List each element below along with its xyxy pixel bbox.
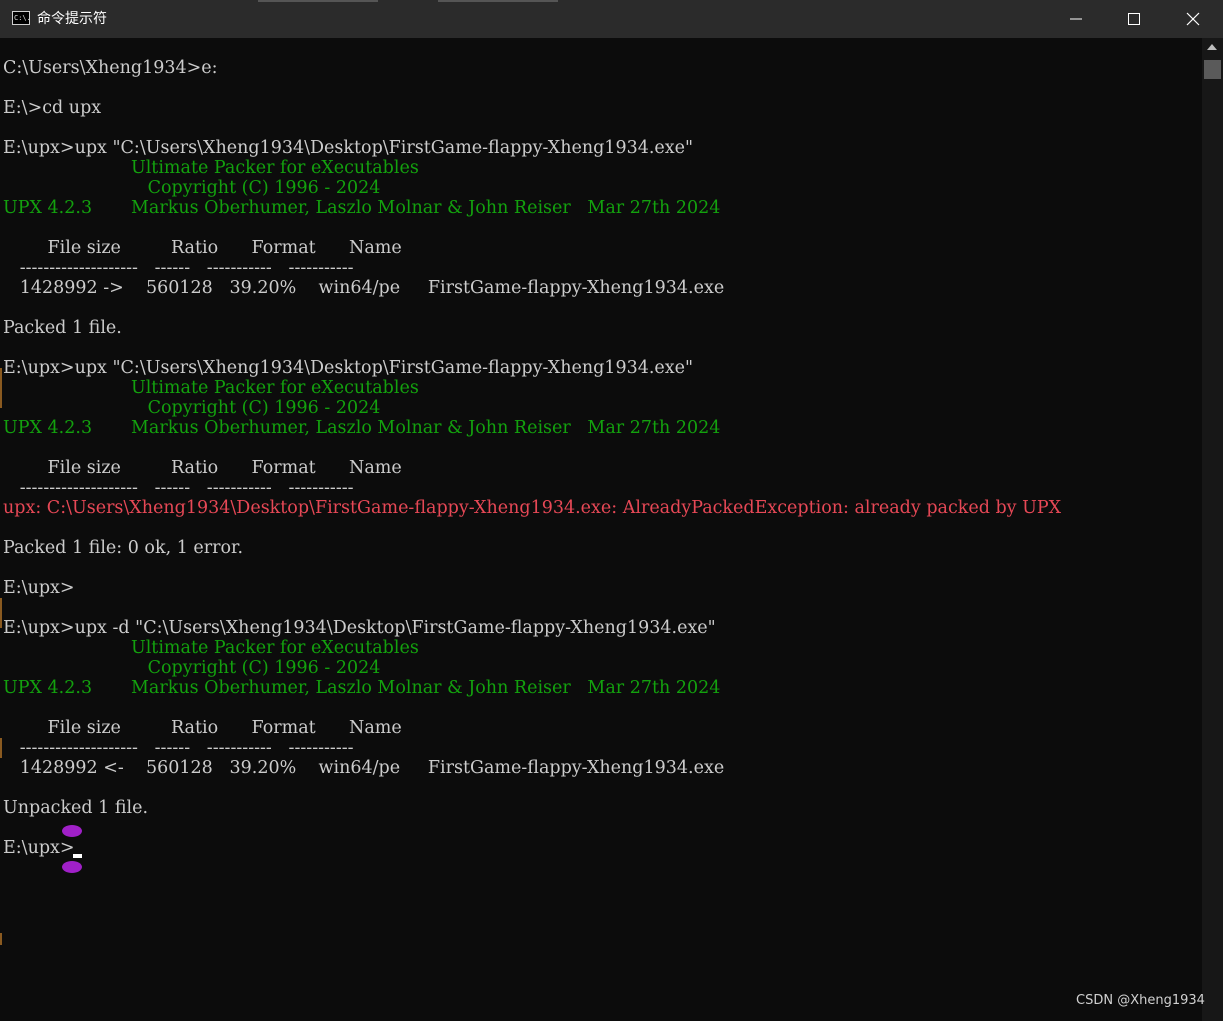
text-cursor xyxy=(73,854,82,858)
watermark: CSDN @Xheng1934 xyxy=(1076,993,1205,1008)
window-title: 命令提示符 xyxy=(37,11,107,27)
taskbar-sliver xyxy=(258,0,378,2)
maximize-button[interactable] xyxy=(1105,0,1163,38)
console-line: Copyright (C) 1996 - 2024 xyxy=(3,398,381,418)
console-line: Ultimate Packer for eXecutables xyxy=(3,638,419,658)
cmd-window: C:\. 命令提示符 C:\Users\Xheng1934>e: E:\>cd u… xyxy=(0,0,1223,1021)
title-bar[interactable]: C:\. 命令提示符 xyxy=(0,0,1223,38)
console-line: Unpacked 1 file. xyxy=(3,798,149,818)
taskbar-sliver xyxy=(438,0,558,2)
console-line: 1428992 -> 560128 39.20% win64/pe FirstG… xyxy=(3,278,725,298)
cmd-icon[interactable]: C:\. xyxy=(12,11,31,25)
console-line: UPX 4.2.3 Markus Oberhumer, Laszlo Molna… xyxy=(3,418,721,438)
edge-marker xyxy=(0,368,2,408)
console-line: E:\upx>upx -d "C:\Users\Xheng1934\Deskto… xyxy=(3,618,716,638)
close-button[interactable] xyxy=(1164,0,1222,38)
console-line: File size Ratio Format Name xyxy=(3,458,402,478)
console-line: 1428992 <- 560128 39.20% win64/pe FirstG… xyxy=(3,758,725,778)
console-line: File size Ratio Format Name xyxy=(3,718,402,738)
console-line: -------------------- ------ ----------- … xyxy=(3,738,354,758)
edge-marker xyxy=(0,933,2,945)
cmd-icon-text: C:\. xyxy=(14,14,31,22)
ime-indicator-icon xyxy=(62,861,82,873)
console-line: UPX 4.2.3 Markus Oberhumer, Laszlo Molna… xyxy=(3,678,721,698)
edge-marker xyxy=(0,598,2,628)
console-line: File size Ratio Format Name xyxy=(3,238,402,258)
vertical-scrollbar[interactable] xyxy=(1202,38,1223,1021)
console-line: Copyright (C) 1996 - 2024 xyxy=(3,178,381,198)
console-line: -------------------- ------ ----------- … xyxy=(3,258,354,278)
console-line: E:\upx>upx "C:\Users\Xheng1934\Desktop\F… xyxy=(3,358,694,378)
console-line: E:\>cd upx xyxy=(3,98,102,118)
console-line: UPX 4.2.3 Markus Oberhumer, Laszlo Molna… xyxy=(3,198,721,218)
minimize-icon xyxy=(1070,18,1082,20)
console-line: -------------------- ------ ----------- … xyxy=(3,478,354,498)
ime-indicator-icon xyxy=(62,825,82,837)
console-line: upx: C:\Users\Xheng1934\Desktop\FirstGam… xyxy=(3,498,1062,518)
console-line: Ultimate Packer for eXecutables xyxy=(3,378,419,398)
edge-marker xyxy=(0,738,2,758)
console-line: Packed 1 file: 0 ok, 1 error. xyxy=(3,538,244,558)
scroll-thumb[interactable] xyxy=(1204,60,1221,79)
scroll-up-arrow-icon[interactable] xyxy=(1207,44,1217,50)
console-line: E:\upx> xyxy=(3,578,75,598)
console-line: E:\upx>upx "C:\Users\Xheng1934\Desktop\F… xyxy=(3,138,694,158)
console-line: E:\upx> xyxy=(3,838,75,858)
console-line: Copyright (C) 1996 - 2024 xyxy=(3,658,381,678)
console-line: Ultimate Packer for eXecutables xyxy=(3,158,419,178)
minimize-button[interactable] xyxy=(1047,0,1105,38)
console-line: Packed 1 file. xyxy=(3,318,122,338)
console-line: C:\Users\Xheng1934>e: xyxy=(3,58,218,78)
maximize-icon xyxy=(1128,13,1140,25)
close-icon xyxy=(1186,12,1200,26)
console-output[interactable]: C:\Users\Xheng1934>e: E:\>cd upx E:\upx>up… xyxy=(0,38,1202,1021)
